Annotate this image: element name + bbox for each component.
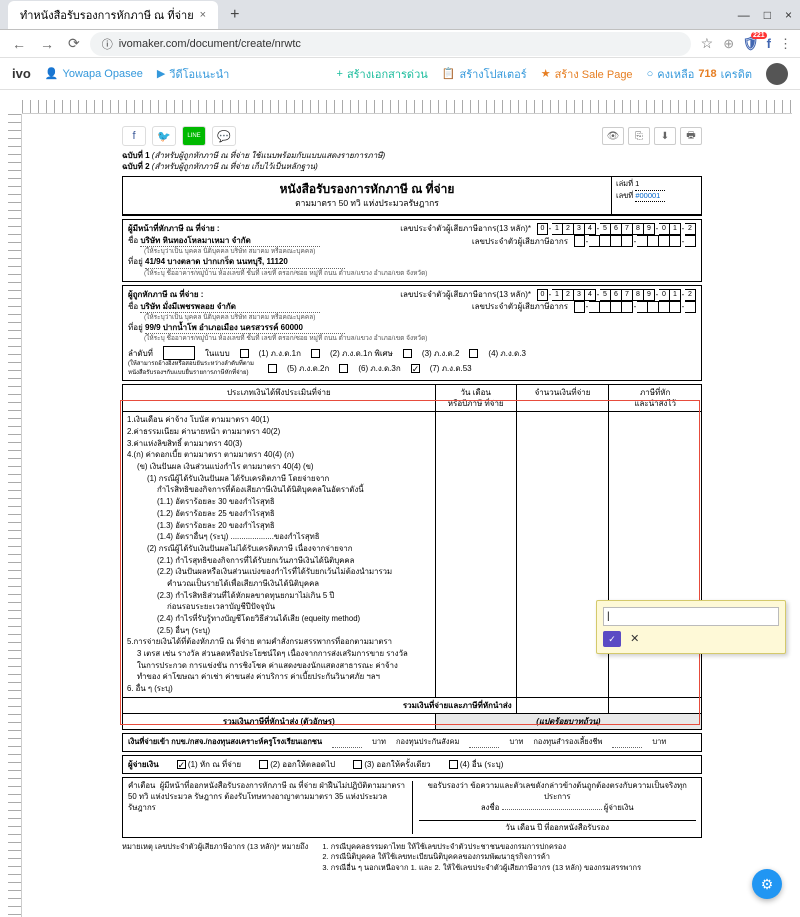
app-logo[interactable]: ivo bbox=[12, 66, 31, 81]
inline-editor-input[interactable] bbox=[603, 607, 779, 626]
browser-titlebar: ทำหนังสือรับรองการหักภาษี ณ ที่จ่าย × + … bbox=[0, 0, 800, 30]
share-line-button[interactable]: LINE bbox=[182, 126, 206, 146]
user-menu[interactable]: 👤 Yowapa Opasee bbox=[45, 67, 143, 80]
create-poster-button[interactable]: 📋 สร้างโปสเตอร์ bbox=[442, 65, 527, 83]
footer-section: คำเตือน ผู้มีหน้าที่ออกหนังสือรับรองการห… bbox=[122, 777, 702, 838]
form-pnd3k[interactable] bbox=[339, 364, 348, 373]
close-tab-icon[interactable]: × bbox=[200, 9, 206, 21]
create-doc-button[interactable]: + สร้างเอกสารด่วน bbox=[337, 65, 428, 83]
settings-fab[interactable]: ⚙ bbox=[752, 869, 782, 899]
preview-button[interactable]: 👁 bbox=[602, 127, 624, 145]
bookmark-icon[interactable]: ☆ bbox=[697, 33, 718, 54]
payee-addr-field[interactable]: 99/9 ปากน้ำโพ อำเภอเมือง นครสวรรค์ 60000 bbox=[145, 322, 345, 334]
minimize-button[interactable]: — bbox=[738, 8, 750, 22]
copy1-label: ฉบับที่ 1 ฉบับที่ 1 (สำหรับผู้ถูกหักภาษี… bbox=[122, 150, 702, 161]
back-button[interactable]: ← bbox=[8, 34, 30, 54]
date-column[interactable] bbox=[435, 412, 516, 698]
download-button[interactable]: ⬇ bbox=[654, 127, 676, 145]
payee-section: ผู้ถูกหักภาษี ณ ที่จ่าย : เลขประจำตัวผู้… bbox=[122, 285, 702, 381]
payee-taxid-boxes[interactable]: --- bbox=[574, 301, 696, 313]
tab-title: ทำหนังสือรับรองการหักภาษี ณ ที่จ่าย bbox=[20, 6, 194, 24]
reload-button[interactable]: ⟳ bbox=[64, 33, 84, 54]
video-guide-link[interactable]: ▶ วีดีโอแนะนำ bbox=[157, 65, 230, 83]
payee-name-field[interactable]: บริษัท มั่งมีเพชรพลอย จํากัด bbox=[140, 301, 320, 313]
seq-box[interactable] bbox=[163, 346, 195, 360]
browser-address-bar: ← → ⟳ ⓘ ivomaker.com/document/create/nrw… bbox=[0, 30, 800, 58]
share-row: f 🐦 LINE 💬 👁 ⎘ ⬇ 🖶 bbox=[122, 126, 702, 146]
opt4-checkbox[interactable] bbox=[449, 760, 458, 769]
document-page[interactable]: f 🐦 LINE 💬 👁 ⎘ ⬇ 🖶 ฉบับที่ 1 ฉบับที่ 1 (… bbox=[32, 114, 792, 881]
editor-ok-button[interactable]: ✓ bbox=[603, 631, 621, 647]
browser-tab[interactable]: ทำหนังสือรับรองการหักภาษี ณ ที่จ่าย × bbox=[8, 1, 218, 29]
ruler-horizontal bbox=[22, 100, 792, 114]
book-no-field[interactable]: 1 bbox=[635, 179, 665, 191]
form-title: หนังสือรับรองการหักภาษี ณ ที่จ่าย bbox=[127, 181, 607, 198]
income-types-cell[interactable]: 1.เงินเดือน ค่าจ้าง โบนัส ตามมาตรา 40(1)… bbox=[123, 412, 436, 698]
opt1-checkbox[interactable] bbox=[177, 760, 186, 769]
maximize-button[interactable]: □ bbox=[764, 8, 771, 22]
copy-button[interactable]: ⎘ bbox=[628, 127, 650, 145]
app-toolbar: ivo 👤 Yowapa Opasee ▶ วีดีโอแนะนำ + สร้า… bbox=[0, 58, 800, 90]
ruler-vertical bbox=[8, 114, 22, 917]
new-tab-button[interactable]: + bbox=[222, 6, 247, 24]
form-pnd53[interactable] bbox=[411, 364, 420, 373]
tax-column[interactable] bbox=[609, 412, 702, 698]
form-pnd2[interactable] bbox=[403, 349, 412, 358]
payer-options: ผู้จ่ายเงิน (1) หัก ณ ที่จ่าย (2) ออกให้… bbox=[122, 755, 702, 774]
document-canvas: f 🐦 LINE 💬 👁 ⎘ ⬇ 🖶 ฉบับที่ 1 ฉบับที่ 1 (… bbox=[0, 90, 800, 917]
url-input[interactable]: ⓘ ivomaker.com/document/create/nrwtc bbox=[90, 32, 691, 56]
payee-tax13-boxes[interactable]: 0-1234-56789-01-2 bbox=[537, 289, 696, 301]
sum-amount[interactable] bbox=[516, 697, 609, 713]
avatar[interactable] bbox=[766, 63, 788, 85]
payer-taxid-boxes[interactable]: --- bbox=[574, 235, 696, 247]
inline-editor-popup: ✓ ✕ bbox=[596, 600, 786, 654]
payer-tax13-boxes[interactable]: 0-1234-56789-01-2 bbox=[537, 223, 696, 235]
form-pnd3[interactable] bbox=[469, 349, 478, 358]
payer-addr-field[interactable]: 41/94 บางตลาด ปากเกร็ด นนทบุรี, 11120 bbox=[145, 256, 345, 268]
url-text: ivomaker.com/document/create/nrwtc bbox=[119, 38, 301, 50]
sum-tax[interactable] bbox=[609, 697, 702, 713]
form-pnd1k[interactable] bbox=[240, 349, 249, 358]
share-messenger-button[interactable]: 💬 bbox=[212, 126, 236, 146]
amount-column[interactable] bbox=[516, 412, 609, 698]
payin-section: เงินที่จ่ายเข้า กบข./กสจ./กองทุนสงเคราะห… bbox=[122, 733, 702, 752]
form-notes: หมายเหตุ เลขประจำตัวผู้เสียภาษีอากร (13 … bbox=[122, 842, 702, 874]
share-facebook-button[interactable]: f bbox=[122, 126, 146, 146]
income-table: ประเภทเงินได้พึงประเมินที่จ่าย วัน เดือน… bbox=[122, 384, 702, 730]
editor-cancel-button[interactable]: ✕ bbox=[630, 633, 639, 645]
form-subtitle: ตามมาตรา 50 ทวิ แห่งประมวลรัษฎากร bbox=[127, 198, 607, 210]
site-info-icon[interactable]: ⓘ bbox=[102, 36, 113, 52]
share-twitter-button[interactable]: 🐦 bbox=[152, 126, 176, 146]
doc-no-field[interactable]: #00001 bbox=[635, 191, 665, 203]
create-sale-button[interactable]: ★ สร้าง Sale Page bbox=[541, 65, 633, 83]
payer-section: ผู้มีหน้าที่หักภาษี ณ ที่จ่าย : เลขประจำ… bbox=[122, 219, 702, 282]
sum-words-field[interactable]: (แปดร้อยบาทถ้วน) bbox=[435, 714, 701, 730]
form-pnd1k-sp[interactable] bbox=[311, 349, 320, 358]
extension-icons: ⊕ 🛡221 f ⋮ bbox=[723, 36, 792, 52]
opt3-checkbox[interactable] bbox=[353, 760, 362, 769]
payer-name-field[interactable]: บริษัท หินทองโหลมาเหมา จํากัด bbox=[140, 235, 320, 247]
tax-form: ฉบับที่ 1 ฉบับที่ 1 (สำหรับผู้ถูกหักภาษี… bbox=[122, 150, 702, 873]
forward-button[interactable]: → bbox=[36, 34, 58, 54]
close-window-button[interactable]: × bbox=[785, 8, 792, 22]
copy2-label: ฉบับที่ 2 (สำหรับผู้ถูกหักภาษี ณ ที่จ่าย… bbox=[122, 161, 702, 172]
form-pnd2k[interactable] bbox=[268, 364, 277, 373]
opt2-checkbox[interactable] bbox=[259, 760, 268, 769]
credits-display[interactable]: ○ คงเหลือ 718 เครดิต bbox=[647, 65, 752, 83]
print-button[interactable]: 🖶 bbox=[680, 127, 702, 145]
